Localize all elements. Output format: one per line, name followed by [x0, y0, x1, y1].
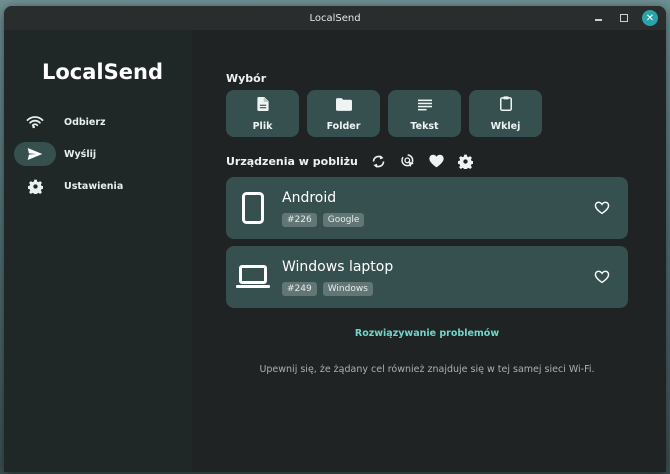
device-name: Windows laptop — [282, 259, 394, 275]
device-tags: #249 Windows — [282, 282, 373, 296]
pick-folder-button[interactable]: Folder — [307, 90, 380, 137]
device-card-windows-laptop[interactable]: Windows laptop #249 Windows — [226, 246, 628, 308]
pick-label: Wklej — [490, 120, 521, 132]
nearby-header: Urządzenia w pobliżu — [226, 152, 486, 170]
laptop-icon — [236, 260, 270, 294]
sidebar-nav: Odbierz Wyślij Ustawienia — [4, 110, 192, 206]
maximize-button[interactable] — [616, 10, 632, 26]
sidebar-item-settings[interactable]: Ustawienia — [4, 174, 192, 198]
sidebar-item-send[interactable]: Wyślij — [4, 142, 192, 166]
window-title: LocalSend — [309, 12, 361, 24]
pick-label: Folder — [326, 120, 361, 132]
sidebar-item-label: Ustawienia — [64, 180, 124, 192]
sidebar-item-label: Odbierz — [64, 116, 106, 128]
title-bar: LocalSend ✕ — [4, 6, 666, 30]
wifi-icon — [14, 110, 56, 134]
selection-buttons: Plik Folder Tekst Wklej — [226, 90, 542, 137]
device-vendor-badge: Windows — [322, 282, 373, 296]
device-card-android[interactable]: Android #226 Google — [226, 177, 628, 239]
file-icon — [256, 96, 269, 115]
app-window: LocalSend ✕ LocalSend Odbierz Wyślij Ust… — [4, 6, 666, 472]
pick-label: Plik — [252, 120, 273, 132]
heart-outline-icon[interactable] — [592, 267, 612, 287]
device-id-badge: #226 — [282, 213, 317, 227]
text-icon — [417, 96, 432, 115]
nearby-title: Urządzenia w pobliżu — [226, 154, 358, 168]
sidebar: LocalSend Odbierz Wyślij Ustawienia — [4, 30, 192, 472]
device-tags: #226 Google — [282, 213, 365, 227]
send-icon — [14, 142, 56, 166]
app-brand: LocalSend — [42, 60, 163, 84]
device-name: Android — [282, 190, 337, 206]
phone-icon — [236, 191, 270, 225]
pick-text-button[interactable]: Tekst — [388, 90, 461, 137]
device-vendor-badge: Google — [322, 213, 365, 227]
close-button[interactable]: ✕ — [642, 10, 658, 26]
network-hint: Upewnij się, że żądany cel również znajd… — [259, 364, 595, 375]
selection-title: Wybór — [226, 72, 267, 85]
clipboard-icon — [499, 95, 512, 115]
gear-icon — [14, 174, 56, 198]
pick-label: Tekst — [410, 120, 439, 132]
scan-target-icon[interactable] — [399, 152, 417, 170]
settings-icon[interactable] — [457, 152, 475, 170]
troubleshoot-link[interactable]: Rozwiązywanie problemów — [226, 328, 628, 339]
device-id-badge: #249 — [282, 282, 317, 296]
refresh-icon[interactable] — [370, 152, 388, 170]
sidebar-item-receive[interactable]: Odbierz — [4, 110, 192, 134]
folder-icon — [335, 96, 352, 115]
main-panel: Wybór Plik Folder Tekst Wklej Urządzenia… — [192, 30, 666, 472]
sidebar-item-label: Wyślij — [64, 148, 97, 160]
pick-file-button[interactable]: Plik — [226, 90, 299, 137]
window-controls: ✕ — [590, 10, 658, 26]
minimize-button[interactable] — [590, 10, 606, 26]
favorite-icon[interactable] — [428, 152, 446, 170]
pick-paste-button[interactable]: Wklej — [469, 90, 542, 137]
heart-outline-icon[interactable] — [592, 198, 612, 218]
